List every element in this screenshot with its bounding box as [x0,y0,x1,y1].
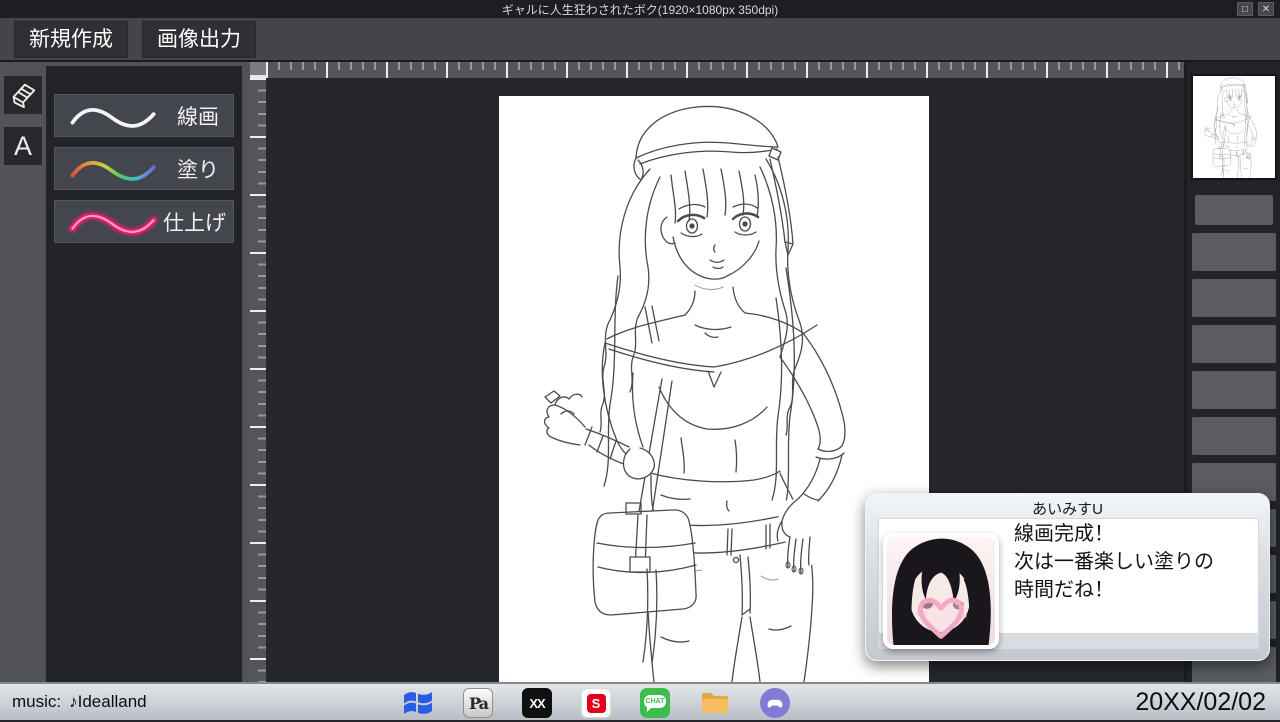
paint-stroke-icon [65,152,163,186]
game-date: 20XX/02/02 [1135,688,1266,717]
dialogue-line: 次は一番楽しい塗りの [1014,548,1214,576]
speaker-name: あいみすU [866,494,1269,519]
chat-app-icon[interactable]: CHAT [640,688,670,718]
chat-bubble-icon: CHAT [644,695,666,708]
export-image-button[interactable]: 画像出力 [142,21,256,58]
layer-slot[interactable] [1192,279,1276,317]
close-button[interactable]: ✕ [1258,2,1274,16]
tool-strip: A [0,62,46,682]
paint-app-icon[interactable]: Pa [463,688,493,718]
music-track-title: ♪Idealland [69,692,147,712]
avatar [883,533,999,649]
brush-finish-label: 仕上げ [163,207,230,237]
lineart-stroke-icon [65,99,163,133]
brush-lineart-label: 線画 [177,101,223,131]
new-file-button[interactable]: 新規作成 [14,21,128,58]
eraser-icon [8,80,38,110]
thumbnail-illustration [1193,76,1275,178]
folder-icon[interactable] [699,687,731,719]
window-title: ギャルに人生狂わされたボク(1920×1080px 350dpi) [502,1,778,18]
dialogue-line: 線画完成！ [1014,520,1214,548]
layer-slot[interactable] [1192,233,1276,271]
taskbar: music: ♪Idealland Pa XX S CHAT [0,682,1280,720]
dialogue-box[interactable]: あいみすU 線画完成！ 次は一番楽しい塗りの 時間だね！ [865,493,1270,661]
panel-divider [242,62,250,682]
layer-slot[interactable] [1192,325,1276,363]
brush-paint-label: 塗り [177,154,223,184]
layer-slot[interactable] [1192,371,1276,409]
menu-bar: 新規作成 画像出力 [0,18,1280,62]
ruler-corner [250,62,266,78]
brush-paint-button[interactable]: 塗り [54,147,234,190]
layer-slot[interactable] [1192,417,1276,455]
maximize-button[interactable]: □ [1237,2,1253,16]
text-tool-icon: A [14,133,32,160]
xx-app-icon[interactable]: XX [522,688,552,718]
xx-app-label: XX [529,696,544,711]
paint-app-label: Pa [469,694,487,713]
taskbar-icons: Pa XX S CHAT [402,684,790,722]
music-indicator: music: ♪Idealland [12,692,147,712]
s-app-badge: S [587,694,606,713]
eraser-tool-button[interactable] [4,76,42,114]
game-app-icon[interactable] [760,688,790,718]
brush-panel: 線画 塗り 仕上げ [46,62,242,682]
start-icon[interactable] [402,688,434,718]
finish-stroke-icon [65,205,163,239]
title-bar: ギャルに人生狂わされたボク(1920×1080px 350dpi) □ ✕ [0,0,1280,18]
s-app-label: S [592,696,601,711]
music-label: music: [12,692,61,712]
window-controls: □ ✕ [1237,2,1274,16]
chat-app-label: CHAT [646,698,665,705]
avatar-illustration [887,537,995,645]
vertical-ruler [250,78,266,682]
horizontal-ruler [266,62,1184,78]
brush-finish-button[interactable]: 仕上げ [54,200,234,243]
brush-lineart-button[interactable]: 線画 [54,94,234,137]
canvas-thumbnail[interactable] [1191,74,1277,180]
dialogue-line: 時間だね！ [1014,576,1214,604]
dialogue-text: 線画完成！ 次は一番楽しい塗りの 時間だね！ [1014,520,1214,604]
text-tool-button[interactable]: A [4,127,42,165]
s-app-icon[interactable]: S [581,688,611,718]
layer-slot[interactable] [1195,195,1273,225]
